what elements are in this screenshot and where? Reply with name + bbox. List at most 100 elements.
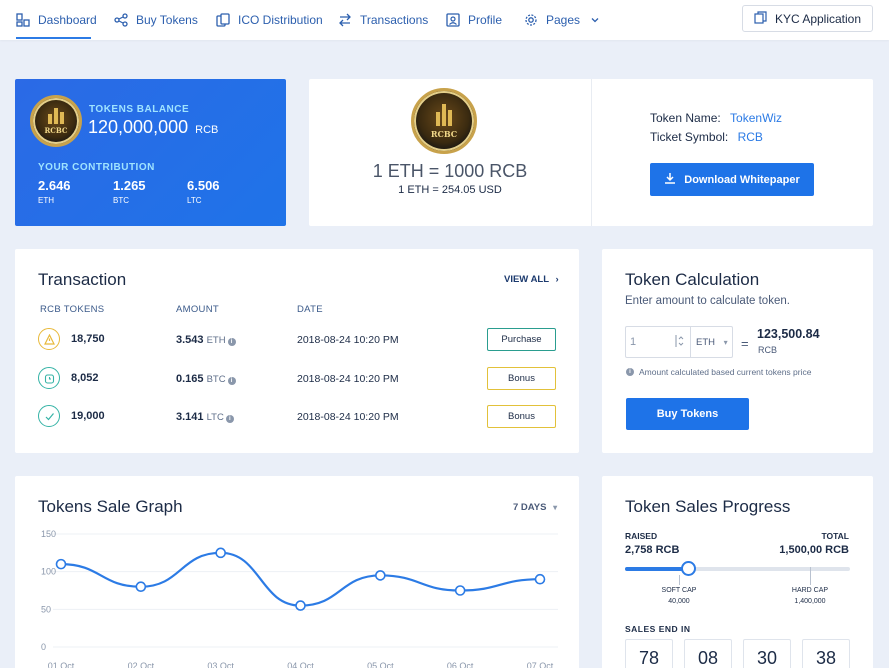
x-tick-label: 04 Oct — [287, 661, 314, 668]
data-point — [295, 600, 306, 611]
warning-icon — [38, 328, 60, 350]
tx-type-badge[interactable]: Purchase — [487, 328, 556, 351]
tx-date: 2018-08-24 10:20 PM — [297, 373, 399, 385]
tx-date: 2018-08-24 10:20 PM — [297, 334, 399, 346]
rcbc-coin-logo: RCBC — [30, 95, 82, 147]
nav-label: Dashboard — [38, 13, 97, 27]
currency-select[interactable]: ETH ▾ — [696, 337, 728, 348]
nav-dashboard[interactable]: Dashboard — [16, 0, 97, 40]
divider — [690, 326, 691, 358]
calc-subtitle: Enter amount to calculate token. — [625, 295, 790, 307]
x-tick-label: 03 Oct — [207, 661, 234, 668]
info-icon: i — [626, 368, 634, 376]
download-whitepaper-button[interactable]: Download Whitepaper — [650, 163, 814, 196]
tx-tokens: 19,000 — [71, 410, 105, 422]
x-tick-label: 07 Oct — [527, 661, 554, 668]
active-tab-indicator — [16, 37, 91, 39]
nav-ico-distribution[interactable]: ICO Distribution — [216, 0, 323, 40]
soft-cap-marker — [679, 575, 680, 585]
hard-cap-marker — [810, 567, 811, 585]
countdown-minutes: 30 — [743, 639, 791, 668]
x-tick-label: 01 Oct — [48, 661, 75, 668]
x-tick-label: 02 Oct — [128, 661, 155, 668]
sales-end-label: SALES END IN — [625, 624, 691, 634]
raised-label: RAISED — [625, 531, 658, 541]
nav-label: Buy Tokens — [136, 13, 198, 27]
chevron-down-icon — [588, 13, 602, 27]
data-point — [534, 573, 546, 585]
token-name-value: TokenWiz — [730, 111, 783, 125]
contribution-eth: 2.646 ETH — [38, 178, 71, 205]
progress-handle[interactable] — [680, 561, 696, 576]
data-point — [375, 570, 386, 581]
soft-cap-value: 40,000 — [668, 598, 690, 605]
clock-icon — [38, 367, 60, 389]
nav-pages[interactable]: Pages — [524, 0, 602, 40]
nav-label: Pages — [546, 13, 581, 27]
tx-date: 2018-08-24 10:20 PM — [297, 411, 399, 423]
hard-cap-label: HARD CAP — [791, 587, 829, 594]
nav-label: Transactions — [360, 13, 429, 27]
calc-result-unit: RCB — [758, 345, 778, 355]
calc-result: 123,500.84 — [757, 327, 820, 341]
x-tick-label: 06 Oct — [447, 661, 474, 668]
tokens-balance-value: 120,000,000 RCB — [88, 117, 219, 137]
equals-sign: = — [741, 336, 749, 351]
data-point — [215, 547, 226, 559]
ticker-row: Ticket Symbol: RCB — [650, 130, 763, 144]
total-label: TOTAL — [821, 531, 849, 541]
tx-type-badge[interactable]: Bonus — [487, 405, 556, 428]
rate-usd: 1 ETH = 254.05 USD — [398, 184, 502, 196]
coins-icon — [216, 13, 230, 27]
kyc-application-button[interactable]: KYC Application — [742, 5, 873, 32]
nodes-icon — [114, 13, 128, 27]
data-point — [454, 585, 466, 596]
nav-transactions[interactable]: Transactions — [338, 0, 428, 40]
progress-fill — [625, 567, 688, 571]
calc-title: Token Calculation — [625, 270, 760, 289]
rcbc-coin-logo: RCBC — [411, 88, 477, 154]
soft-cap-label: SOFT CAP — [661, 587, 697, 594]
series-line — [60, 551, 541, 607]
amount-input[interactable] — [630, 331, 668, 353]
range-dropdown[interactable]: 7 DAYS ▾ — [513, 502, 557, 513]
caret-down-icon: ▾ — [723, 338, 728, 347]
user-icon — [446, 13, 460, 27]
total-value: 1,500,00 RCB — [779, 544, 849, 556]
y-tick-label: 150 — [41, 529, 56, 539]
raised-value: 2,758 RCB — [625, 544, 680, 556]
view-all-link[interactable]: VIEW ALL › — [504, 274, 559, 285]
dashboard-icon — [16, 13, 30, 27]
ticker-value: RCB — [737, 130, 763, 144]
contribution-btc: 1.265 BTC — [113, 178, 146, 205]
tx-type-badge[interactable]: Bonus — [487, 367, 556, 390]
download-icon — [664, 172, 676, 187]
tx-amount: 3.141 LTC i — [176, 411, 234, 423]
tx-tokens: 18,750 — [71, 333, 105, 345]
nav-buy-tokens[interactable]: Buy Tokens — [114, 0, 198, 40]
gear-icon — [524, 13, 538, 27]
countdown-hours: 08 — [684, 639, 732, 668]
calc-note: i Amount calculated based current tokens… — [626, 367, 811, 377]
col-header-tokens: RCB TOKENS — [40, 304, 105, 315]
countdown-seconds: 38 — [802, 639, 850, 668]
your-contribution-label: YOUR CONTRIBUTION — [38, 162, 155, 173]
info-icon: i — [227, 377, 236, 385]
buy-tokens-button[interactable]: Buy Tokens — [626, 398, 749, 430]
check-icon — [38, 405, 60, 427]
tokens-balance-label: TOKENS BALANCE — [89, 104, 190, 115]
top-nav: Dashboard Buy Tokens ICO Distribution Tr… — [0, 0, 889, 40]
data-point — [135, 581, 147, 593]
y-tick-label: 100 — [41, 567, 56, 577]
tx-amount: 0.165 BTC i — [176, 373, 236, 385]
document-icon — [754, 10, 767, 27]
divider — [591, 79, 592, 226]
transaction-title: Transaction — [38, 270, 127, 289]
hard-cap-value: 1,400,000 — [794, 598, 826, 605]
rate-main: 1 ETH = 1000 RCB — [372, 161, 528, 181]
nav-label: ICO Distribution — [238, 13, 323, 27]
stepper-icon[interactable] — [674, 334, 684, 348]
nav-profile[interactable]: Profile — [446, 0, 502, 40]
x-tick-label: 05 Oct — [367, 661, 394, 668]
y-tick-label: 50 — [41, 604, 51, 614]
